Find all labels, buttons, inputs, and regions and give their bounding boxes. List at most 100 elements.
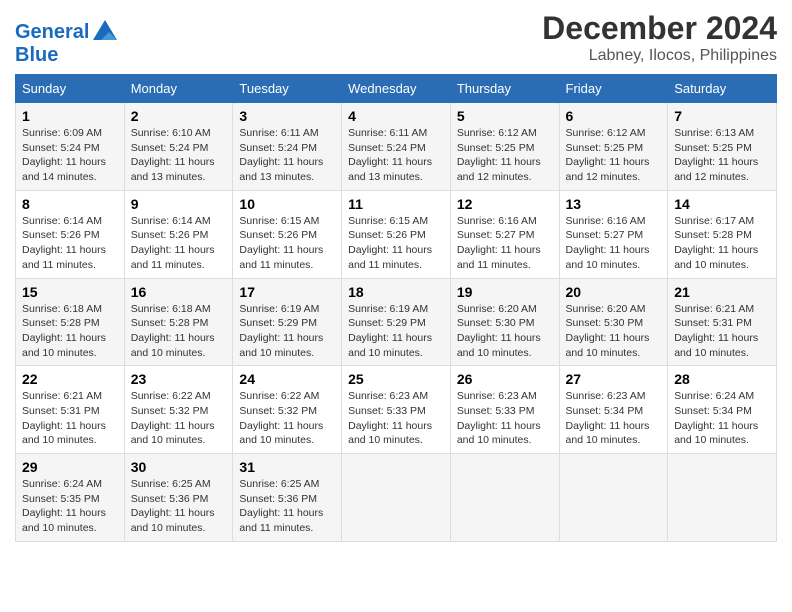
day-info: Sunrise: 6:23 AMSunset: 5:33 PMDaylight:…: [457, 389, 553, 448]
calendar-cell: 3 Sunrise: 6:11 AMSunset: 5:24 PMDayligh…: [233, 103, 342, 191]
day-info: Sunrise: 6:19 AMSunset: 5:29 PMDaylight:…: [348, 302, 444, 361]
calendar-cell: 2 Sunrise: 6:10 AMSunset: 5:24 PMDayligh…: [124, 103, 233, 191]
calendar-header-row: SundayMondayTuesdayWednesdayThursdayFrid…: [16, 75, 777, 103]
day-info: Sunrise: 6:22 AMSunset: 5:32 PMDaylight:…: [239, 389, 335, 448]
calendar-week-row: 1 Sunrise: 6:09 AMSunset: 5:24 PMDayligh…: [16, 103, 777, 191]
day-number: 22: [22, 371, 118, 387]
day-number: 18: [348, 284, 444, 300]
day-number: 7: [674, 108, 770, 124]
day-number: 23: [131, 371, 227, 387]
calendar-cell: 29 Sunrise: 6:24 AMSunset: 5:35 PMDaylig…: [16, 454, 125, 542]
weekday-header-friday: Friday: [559, 75, 668, 103]
day-number: 13: [566, 196, 662, 212]
calendar-cell: 6 Sunrise: 6:12 AMSunset: 5:25 PMDayligh…: [559, 103, 668, 191]
calendar-week-row: 29 Sunrise: 6:24 AMSunset: 5:35 PMDaylig…: [16, 454, 777, 542]
day-info: Sunrise: 6:10 AMSunset: 5:24 PMDaylight:…: [131, 126, 227, 185]
day-info: Sunrise: 6:24 AMSunset: 5:35 PMDaylight:…: [22, 477, 118, 536]
day-number: 6: [566, 108, 662, 124]
day-number: 11: [348, 196, 444, 212]
day-info: Sunrise: 6:20 AMSunset: 5:30 PMDaylight:…: [457, 302, 553, 361]
day-info: Sunrise: 6:21 AMSunset: 5:31 PMDaylight:…: [674, 302, 770, 361]
calendar-table: SundayMondayTuesdayWednesdayThursdayFrid…: [15, 74, 777, 542]
calendar-cell: 31 Sunrise: 6:25 AMSunset: 5:36 PMDaylig…: [233, 454, 342, 542]
calendar-cell: 22 Sunrise: 6:21 AMSunset: 5:31 PMDaylig…: [16, 366, 125, 454]
calendar-cell: 16 Sunrise: 6:18 AMSunset: 5:28 PMDaylig…: [124, 278, 233, 366]
calendar-cell: 11 Sunrise: 6:15 AMSunset: 5:26 PMDaylig…: [342, 190, 451, 278]
day-number: 17: [239, 284, 335, 300]
day-number: 31: [239, 459, 335, 475]
day-number: 10: [239, 196, 335, 212]
calendar-cell: 27 Sunrise: 6:23 AMSunset: 5:34 PMDaylig…: [559, 366, 668, 454]
calendar-cell: 8 Sunrise: 6:14 AMSunset: 5:26 PMDayligh…: [16, 190, 125, 278]
day-info: Sunrise: 6:21 AMSunset: 5:31 PMDaylight:…: [22, 389, 118, 448]
weekday-header-sunday: Sunday: [16, 75, 125, 103]
day-number: 27: [566, 371, 662, 387]
day-info: Sunrise: 6:20 AMSunset: 5:30 PMDaylight:…: [566, 302, 662, 361]
day-info: Sunrise: 6:22 AMSunset: 5:32 PMDaylight:…: [131, 389, 227, 448]
day-number: 1: [22, 108, 118, 124]
calendar-cell: 10 Sunrise: 6:15 AMSunset: 5:26 PMDaylig…: [233, 190, 342, 278]
calendar-cell: 26 Sunrise: 6:23 AMSunset: 5:33 PMDaylig…: [450, 366, 559, 454]
calendar-cell: 23 Sunrise: 6:22 AMSunset: 5:32 PMDaylig…: [124, 366, 233, 454]
calendar-cell: 7 Sunrise: 6:13 AMSunset: 5:25 PMDayligh…: [668, 103, 777, 191]
month-year-title: December 2024: [542, 10, 777, 47]
calendar-week-row: 15 Sunrise: 6:18 AMSunset: 5:28 PMDaylig…: [16, 278, 777, 366]
calendar-cell: 1 Sunrise: 6:09 AMSunset: 5:24 PMDayligh…: [16, 103, 125, 191]
day-info: Sunrise: 6:09 AMSunset: 5:24 PMDaylight:…: [22, 126, 118, 185]
logo-icon: [91, 18, 119, 46]
title-area: December 2024 Labney, Ilocos, Philippine…: [542, 10, 777, 65]
day-number: 9: [131, 196, 227, 212]
calendar-cell: 14 Sunrise: 6:17 AMSunset: 5:28 PMDaylig…: [668, 190, 777, 278]
location-subtitle: Labney, Ilocos, Philippines: [542, 47, 777, 65]
day-info: Sunrise: 6:12 AMSunset: 5:25 PMDaylight:…: [457, 126, 553, 185]
weekday-header-wednesday: Wednesday: [342, 75, 451, 103]
day-number: 20: [566, 284, 662, 300]
calendar-cell: 9 Sunrise: 6:14 AMSunset: 5:26 PMDayligh…: [124, 190, 233, 278]
day-info: Sunrise: 6:18 AMSunset: 5:28 PMDaylight:…: [131, 302, 227, 361]
day-info: Sunrise: 6:16 AMSunset: 5:27 PMDaylight:…: [457, 214, 553, 273]
day-info: Sunrise: 6:13 AMSunset: 5:25 PMDaylight:…: [674, 126, 770, 185]
calendar-cell: [668, 454, 777, 542]
day-number: 25: [348, 371, 444, 387]
calendar-cell: 13 Sunrise: 6:16 AMSunset: 5:27 PMDaylig…: [559, 190, 668, 278]
day-number: 21: [674, 284, 770, 300]
day-info: Sunrise: 6:17 AMSunset: 5:28 PMDaylight:…: [674, 214, 770, 273]
calendar-week-row: 8 Sunrise: 6:14 AMSunset: 5:26 PMDayligh…: [16, 190, 777, 278]
logo: General Blue: [15, 18, 119, 66]
day-info: Sunrise: 6:14 AMSunset: 5:26 PMDaylight:…: [131, 214, 227, 273]
calendar-cell: [450, 454, 559, 542]
day-info: Sunrise: 6:25 AMSunset: 5:36 PMDaylight:…: [239, 477, 335, 536]
weekday-header-tuesday: Tuesday: [233, 75, 342, 103]
page-header: General Blue December 2024 Labney, Iloco…: [15, 10, 777, 66]
calendar-cell: 30 Sunrise: 6:25 AMSunset: 5:36 PMDaylig…: [124, 454, 233, 542]
calendar-cell: [559, 454, 668, 542]
calendar-cell: 17 Sunrise: 6:19 AMSunset: 5:29 PMDaylig…: [233, 278, 342, 366]
day-number: 26: [457, 371, 553, 387]
calendar-cell: 21 Sunrise: 6:21 AMSunset: 5:31 PMDaylig…: [668, 278, 777, 366]
calendar-cell: 25 Sunrise: 6:23 AMSunset: 5:33 PMDaylig…: [342, 366, 451, 454]
calendar-body: 1 Sunrise: 6:09 AMSunset: 5:24 PMDayligh…: [16, 103, 777, 542]
weekday-header-saturday: Saturday: [668, 75, 777, 103]
day-info: Sunrise: 6:24 AMSunset: 5:34 PMDaylight:…: [674, 389, 770, 448]
day-number: 16: [131, 284, 227, 300]
calendar-cell: [342, 454, 451, 542]
day-number: 24: [239, 371, 335, 387]
day-number: 5: [457, 108, 553, 124]
calendar-cell: 19 Sunrise: 6:20 AMSunset: 5:30 PMDaylig…: [450, 278, 559, 366]
calendar-cell: 12 Sunrise: 6:16 AMSunset: 5:27 PMDaylig…: [450, 190, 559, 278]
day-number: 3: [239, 108, 335, 124]
day-info: Sunrise: 6:14 AMSunset: 5:26 PMDaylight:…: [22, 214, 118, 273]
calendar-week-row: 22 Sunrise: 6:21 AMSunset: 5:31 PMDaylig…: [16, 366, 777, 454]
logo-blue-text: Blue: [15, 44, 119, 66]
calendar-cell: 20 Sunrise: 6:20 AMSunset: 5:30 PMDaylig…: [559, 278, 668, 366]
day-info: Sunrise: 6:25 AMSunset: 5:36 PMDaylight:…: [131, 477, 227, 536]
calendar-cell: 24 Sunrise: 6:22 AMSunset: 5:32 PMDaylig…: [233, 366, 342, 454]
day-info: Sunrise: 6:23 AMSunset: 5:34 PMDaylight:…: [566, 389, 662, 448]
day-number: 2: [131, 108, 227, 124]
day-number: 29: [22, 459, 118, 475]
day-info: Sunrise: 6:11 AMSunset: 5:24 PMDaylight:…: [348, 126, 444, 185]
weekday-header-thursday: Thursday: [450, 75, 559, 103]
day-number: 19: [457, 284, 553, 300]
day-number: 28: [674, 371, 770, 387]
calendar-cell: 18 Sunrise: 6:19 AMSunset: 5:29 PMDaylig…: [342, 278, 451, 366]
